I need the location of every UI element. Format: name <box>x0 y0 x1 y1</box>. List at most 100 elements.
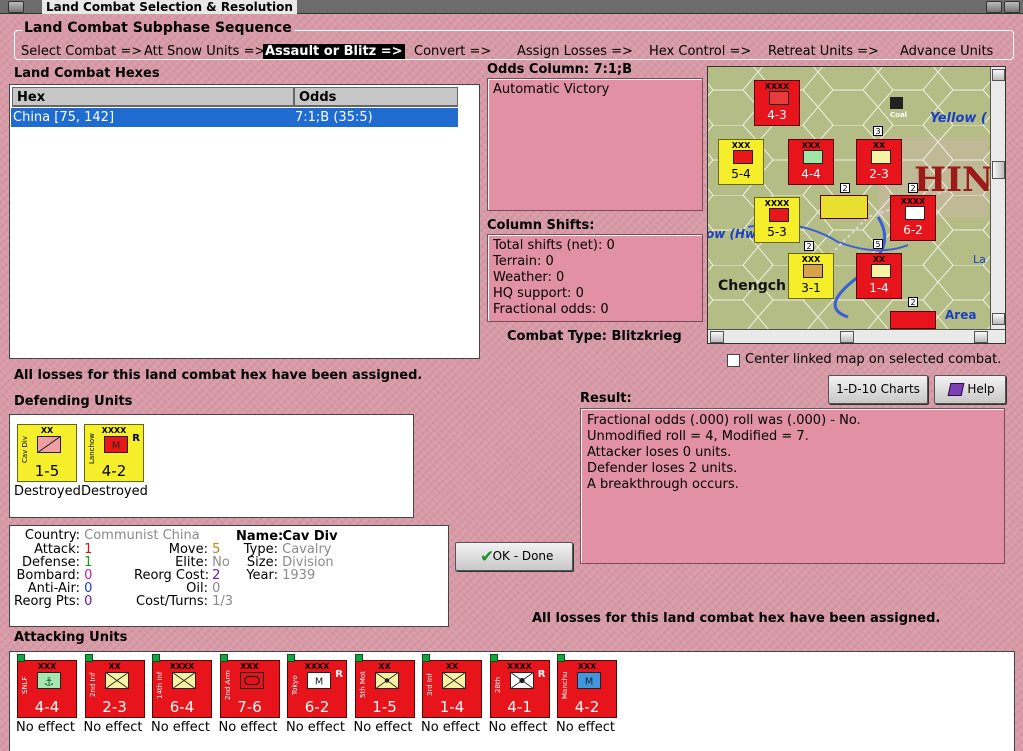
attacking-unit-counter[interactable]: XXX Manchu M 4-2 <box>557 654 617 718</box>
counter-unit-name: Manchu <box>561 671 569 699</box>
infantry-icon <box>871 264 891 278</box>
counter-value: 4-4 <box>801 167 821 181</box>
attacking-unit-counter[interactable]: XX5th Mot Div1-5 <box>354 654 415 718</box>
odds-column-title: Odds Column: 7:1;B <box>487 62 633 77</box>
counter-value: 1-5 <box>372 698 397 716</box>
attacking-unit-counter[interactable]: XX2nd Inf Div2-3 <box>84 654 145 718</box>
map-horizontal-scrollbar[interactable] <box>708 329 1005 343</box>
counter-value: 1-5 <box>34 462 60 480</box>
map-counter-partial[interactable] <box>890 311 936 329</box>
coal-resource-icon <box>890 97 903 109</box>
stack-count: 2 <box>908 297 918 307</box>
counter-unit-name: 5th Mot Div <box>358 671 367 699</box>
map-counter[interactable]: XXXX 6-2 <box>890 195 936 241</box>
charts-button[interactable]: 1-D-10 Charts <box>828 375 928 404</box>
attacking-unit-status: No effect <box>16 720 76 735</box>
attacking-unit-status: No effect <box>488 720 548 735</box>
unit-status-pip <box>17 654 25 662</box>
result-line: Unmodified roll = 4, Modified = 7. <box>587 429 809 444</box>
stack-count: 3 <box>873 126 883 136</box>
attacking-unit-counter[interactable]: XXXX 14th Inf 6-4 <box>152 654 212 718</box>
detail-year: Year: 1939 <box>236 569 315 582</box>
minimize-button[interactable] <box>986 1 1002 13</box>
defending-unit-counter[interactable]: XXXX Lanchow R M 4-2 <box>84 424 144 482</box>
inf-icon <box>104 672 129 689</box>
odds-panel: Automatic Victory <box>487 78 703 211</box>
center-linked-checkbox[interactable] <box>727 354 740 367</box>
map-label-chin: HIN <box>914 160 994 200</box>
counter-unit-name: 14th Inf <box>156 671 164 699</box>
counter-value: 2-3 <box>102 698 127 716</box>
map-counter[interactable]: XXXX 4-3 <box>754 80 800 126</box>
attacking-unit-status: No effect <box>556 720 616 735</box>
shift-total: Total shifts (net): 0 <box>493 238 615 253</box>
ok-done-button[interactable]: ✔ OK - Done <box>455 542 573 571</box>
land-combat-hexes-title: Land Combat Hexes <box>14 66 160 81</box>
close-button[interactable] <box>1004 1 1020 13</box>
svg-text:⚓: ⚓ <box>44 674 54 688</box>
attacking-unit-counter[interactable]: XXXX28th GarrR4-1 <box>489 654 550 718</box>
mech-icon <box>769 91 789 105</box>
counter-value: 2-3 <box>869 167 889 181</box>
attacking-unit-counter[interactable]: XXX SNLF ⚓ 4-4 <box>17 654 77 718</box>
help-button[interactable]: Help <box>934 375 1006 404</box>
attacking-unit-status: No effect <box>151 720 211 735</box>
map-counter[interactable]: XXX 5-4 <box>718 139 764 185</box>
map-counter[interactable]: XX 1-4 <box>856 253 902 299</box>
motorized-icon <box>803 264 823 278</box>
column-header-hex[interactable]: Hex <box>12 87 294 107</box>
garr-icon <box>509 672 534 689</box>
attacking-unit-status: No effect <box>353 720 413 735</box>
counter-unit-name: 2nd Inf Div <box>88 672 97 698</box>
table-row[interactable]: China [75, 142] 7:1;B (35:5) <box>11 108 458 127</box>
map-label-coal: Coal <box>890 111 908 119</box>
center-linked-label: Center linked map on selected combat. <box>745 352 1002 367</box>
map-counter[interactable]: XX 2-3 <box>856 139 902 185</box>
stack-count: 2 <box>908 183 918 193</box>
defending-unit-status: Destroyed <box>14 484 81 499</box>
counter-size: XXXX <box>764 199 790 208</box>
counter-unit-name: Lanchow <box>88 433 96 465</box>
losses-assigned-message-2: All losses for this land combat hex have… <box>532 611 941 626</box>
hex-list-header: Hex Odds <box>12 87 458 107</box>
counter-size: XXX <box>801 141 821 150</box>
map-counter[interactable]: XXXX 5-3 <box>754 197 800 243</box>
svg-text:M: M <box>585 676 593 687</box>
horizontal-scroll-thumb[interactable] <box>840 331 854 343</box>
column-header-odds[interactable]: Odds <box>294 87 458 107</box>
map-counter[interactable]: XXX 3-1 <box>788 253 834 299</box>
map-vertical-scrollbar[interactable] <box>990 67 1005 329</box>
mech-icon: M <box>307 672 331 689</box>
scroll-right-arrow-icon[interactable] <box>974 331 988 343</box>
scroll-up-arrow-icon[interactable] <box>992 69 1005 81</box>
unit-status-pip <box>84 654 93 662</box>
defending-unit-counter[interactable]: XX Cav Div 1-5 <box>17 424 77 482</box>
counter-value: 4-4 <box>34 698 60 716</box>
help-book-icon <box>947 383 965 396</box>
cavalry-icon <box>37 436 61 453</box>
attacking-unit-status: No effect <box>218 720 278 735</box>
scroll-down-arrow-icon[interactable] <box>992 313 1005 325</box>
map-label-la: La <box>973 253 986 266</box>
vertical-scroll-thumb[interactable] <box>992 161 1005 179</box>
odds-cell: 7:1;B (35:5) <box>295 110 373 125</box>
attacking-unit-counter[interactable]: XXXX Tokyo R M 6-2 <box>287 654 347 718</box>
mini-map[interactable]: Yellow ( HIN ow (Hw Chengch Area La Coal… <box>707 66 1006 344</box>
map-label-chengch: Chengch <box>718 278 786 294</box>
counter-value: 4-3 <box>767 108 787 122</box>
defending-units-title: Defending Units <box>14 394 133 409</box>
attacking-unit-counter[interactable]: XX3rd Inf Div1-4 <box>422 654 482 718</box>
system-menu-button[interactable] <box>8 1 24 13</box>
result-title: Result: <box>580 391 632 406</box>
counter-unit-name: 2nd Arm <box>223 670 232 700</box>
map-counter[interactable]: XXX 4-4 <box>788 139 834 185</box>
shift-terrain: Terrain: 0 <box>493 254 554 269</box>
scroll-left-arrow-icon[interactable] <box>710 331 724 343</box>
svg-text:M: M <box>315 676 323 687</box>
mot-icon <box>374 672 399 689</box>
step-convert: Convert => <box>414 44 492 59</box>
attacking-unit-counter[interactable]: XXX 2nd Arm 7-6 <box>219 654 280 718</box>
detail-value: 1939 <box>282 568 316 583</box>
detail-value: Communist China <box>84 528 200 543</box>
detail-country: Country: Communist China <box>12 529 200 542</box>
